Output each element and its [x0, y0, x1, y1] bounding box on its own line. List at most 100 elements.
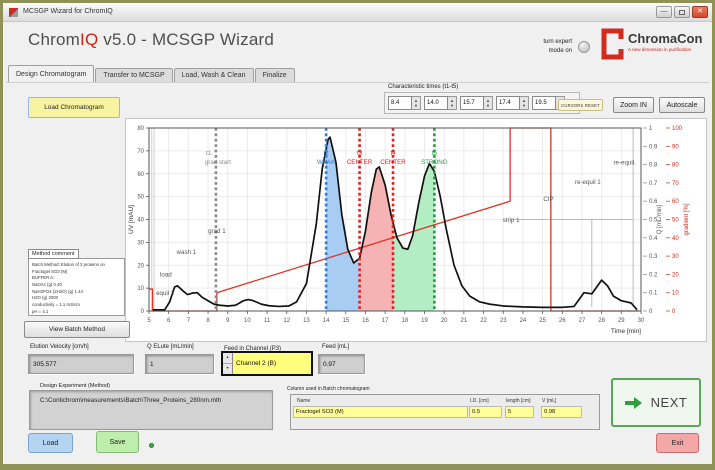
autoscale-button[interactable]: Autoscale — [659, 97, 705, 113]
svg-text:grad start: grad start — [205, 159, 231, 166]
elution-velocity-field[interactable]: 305.577 — [28, 354, 134, 374]
svg-text:29: 29 — [618, 318, 625, 324]
feed-channel-value: Channel 2 (B) — [233, 353, 311, 374]
characteristic-times-label: Characteristic times (t1-t5) — [388, 84, 458, 90]
svg-text:10: 10 — [137, 286, 144, 292]
method-comment-label: Method comment — [28, 249, 79, 259]
table-cell[interactable]: Fractogel SO3 (M) — [293, 406, 468, 418]
svg-text:12: 12 — [283, 318, 290, 324]
title-bar[interactable]: MCSGP Wizard for ChromIQ — ✕ — [3, 3, 712, 22]
svg-text:17: 17 — [382, 318, 389, 324]
tab-divider — [6, 82, 709, 83]
svg-text:0.2: 0.2 — [649, 272, 658, 278]
svg-text:50: 50 — [137, 195, 144, 201]
characteristic-times-group: 8.4▲▼14.0▲▼15.7▲▼17.4▲▼19.5▲▼ — [384, 92, 580, 114]
expert-mode-toggle[interactable] — [578, 41, 590, 53]
maximize-icon — [679, 10, 685, 15]
svg-text:80: 80 — [137, 126, 144, 132]
svg-text:0.6: 0.6 — [649, 199, 658, 205]
table-header: I.D. [cm] — [470, 398, 489, 404]
characteristic-time-field[interactable]: 15.7▲▼ — [460, 96, 493, 110]
app-icon — [9, 8, 18, 17]
svg-text:load: load — [160, 272, 172, 279]
spinner-arrows[interactable]: ▲▼ — [448, 96, 457, 110]
exit-button[interactable]: Exit — [656, 433, 699, 453]
svg-text:18: 18 — [401, 318, 408, 324]
svg-text:CENTER: CENTER — [380, 159, 406, 166]
design-experiment-path[interactable]: C:\Contichrom\measurements\Batch\Three_P… — [29, 390, 273, 430]
spinner-arrows[interactable]: ▲▼ — [520, 96, 529, 110]
table-cell[interactable]: 5 — [505, 406, 534, 418]
svg-text:19: 19 — [421, 318, 428, 324]
table-header: length [cm] — [506, 398, 530, 404]
svg-text:30: 30 — [672, 254, 679, 260]
table-cell[interactable]: 0.98 — [541, 406, 582, 418]
svg-text:t5: t5 — [432, 150, 438, 157]
cursors-reset-button[interactable]: CURSORS RESET — [558, 99, 603, 111]
table-cell[interactable]: 0.5 — [469, 406, 502, 418]
svg-text:70: 70 — [137, 149, 144, 155]
svg-text:0.8: 0.8 — [649, 163, 658, 169]
column-table-label: Column used in Batch chromatogram — [287, 386, 370, 392]
view-batch-method-button[interactable]: View Batch Method — [24, 321, 130, 338]
characteristic-time-field[interactable]: 14.0▲▼ — [424, 96, 457, 110]
svg-text:10: 10 — [244, 318, 251, 324]
maximize-button[interactable] — [674, 6, 690, 18]
load-button[interactable]: Load — [28, 433, 73, 453]
characteristic-time-field[interactable]: 17.4▲▼ — [496, 96, 529, 110]
svg-text:21: 21 — [461, 318, 468, 324]
feed-field[interactable]: 0.97 — [318, 354, 365, 374]
close-button[interactable]: ✕ — [692, 6, 708, 18]
expert-mode-label: turn expert mode on — [518, 38, 572, 56]
svg-text:equil 2: equil 2 — [156, 290, 175, 297]
minimize-button[interactable]: — — [656, 6, 672, 18]
svg-text:t4: t4 — [390, 150, 396, 157]
chromatogram-chart[interactable]: t1.grad startt2WEAKt3CENTERt4CENTERt5STR… — [125, 118, 707, 342]
svg-text:40: 40 — [137, 218, 144, 224]
svg-text:Q [mL/min]: Q [mL/min] — [657, 205, 663, 235]
table-header: V [mL] — [542, 398, 556, 404]
region-fill — [393, 163, 434, 311]
svg-text:t3: t3 — [357, 150, 363, 157]
spinner-arrows[interactable]: ▲▼ — [484, 96, 493, 110]
tab-finalize[interactable]: Finalize — [255, 68, 295, 82]
svg-text:re-equil.: re-equil. — [613, 160, 636, 167]
svg-text:UV [mAU]: UV [mAU] — [128, 205, 135, 234]
save-button[interactable]: Save — [96, 431, 139, 453]
svg-text:20: 20 — [441, 318, 448, 324]
tab-load-wash-clean[interactable]: Load, Wash & Clean — [174, 68, 254, 82]
q-elute-field[interactable]: 1 — [145, 354, 214, 374]
chromacon-tagline: A new dimension in purification — [628, 47, 691, 52]
svg-text:6: 6 — [167, 318, 171, 324]
svg-text:0: 0 — [141, 309, 145, 315]
svg-text:14: 14 — [323, 318, 330, 324]
tab-bar: Design ChromatogramTransfer to MCSGPLoad… — [8, 65, 295, 82]
svg-text:80: 80 — [672, 163, 679, 169]
svg-text:70: 70 — [672, 181, 679, 187]
spinner-arrows[interactable]: ▲▼ — [223, 353, 233, 374]
status-led — [149, 443, 154, 448]
svg-text:23: 23 — [500, 318, 507, 324]
svg-text:t1.: t1. — [206, 150, 213, 157]
svg-text:100: 100 — [672, 126, 683, 132]
svg-text:24: 24 — [520, 318, 527, 324]
characteristic-time-field[interactable]: 8.4▲▼ — [388, 96, 421, 110]
next-button[interactable]: NEXT — [611, 378, 701, 427]
tab-design-chromatogram[interactable]: Design Chromatogram — [8, 65, 94, 82]
feed-label: Feed [mL] — [322, 344, 349, 350]
tab-transfer-to-mcsgp[interactable]: Transfer to MCSGP — [95, 68, 172, 82]
svg-text:16: 16 — [362, 318, 369, 324]
zoom-in-button[interactable]: Zoom IN — [613, 97, 654, 113]
spinner-arrows[interactable]: ▲▼ — [412, 96, 421, 110]
svg-text:8: 8 — [206, 318, 210, 324]
table-header: Name — [297, 398, 310, 404]
svg-text:20: 20 — [137, 263, 144, 269]
load-chromatogram-button[interactable]: Load Chromatogram — [28, 97, 120, 118]
svg-text:strip 1: strip 1 — [503, 217, 520, 224]
method-comment-text[interactable]: Batch Method: Elution of 3 proteins on F… — [28, 258, 125, 316]
svg-text:t2: t2 — [324, 150, 330, 157]
chromacon-logo-text: ChromaCon — [628, 31, 702, 46]
q-elute-label: Q ELute [mL/min] — [147, 344, 194, 350]
feed-channel-select[interactable]: ▲▼ Channel 2 (B) — [221, 351, 313, 376]
svg-text:9: 9 — [226, 318, 230, 324]
